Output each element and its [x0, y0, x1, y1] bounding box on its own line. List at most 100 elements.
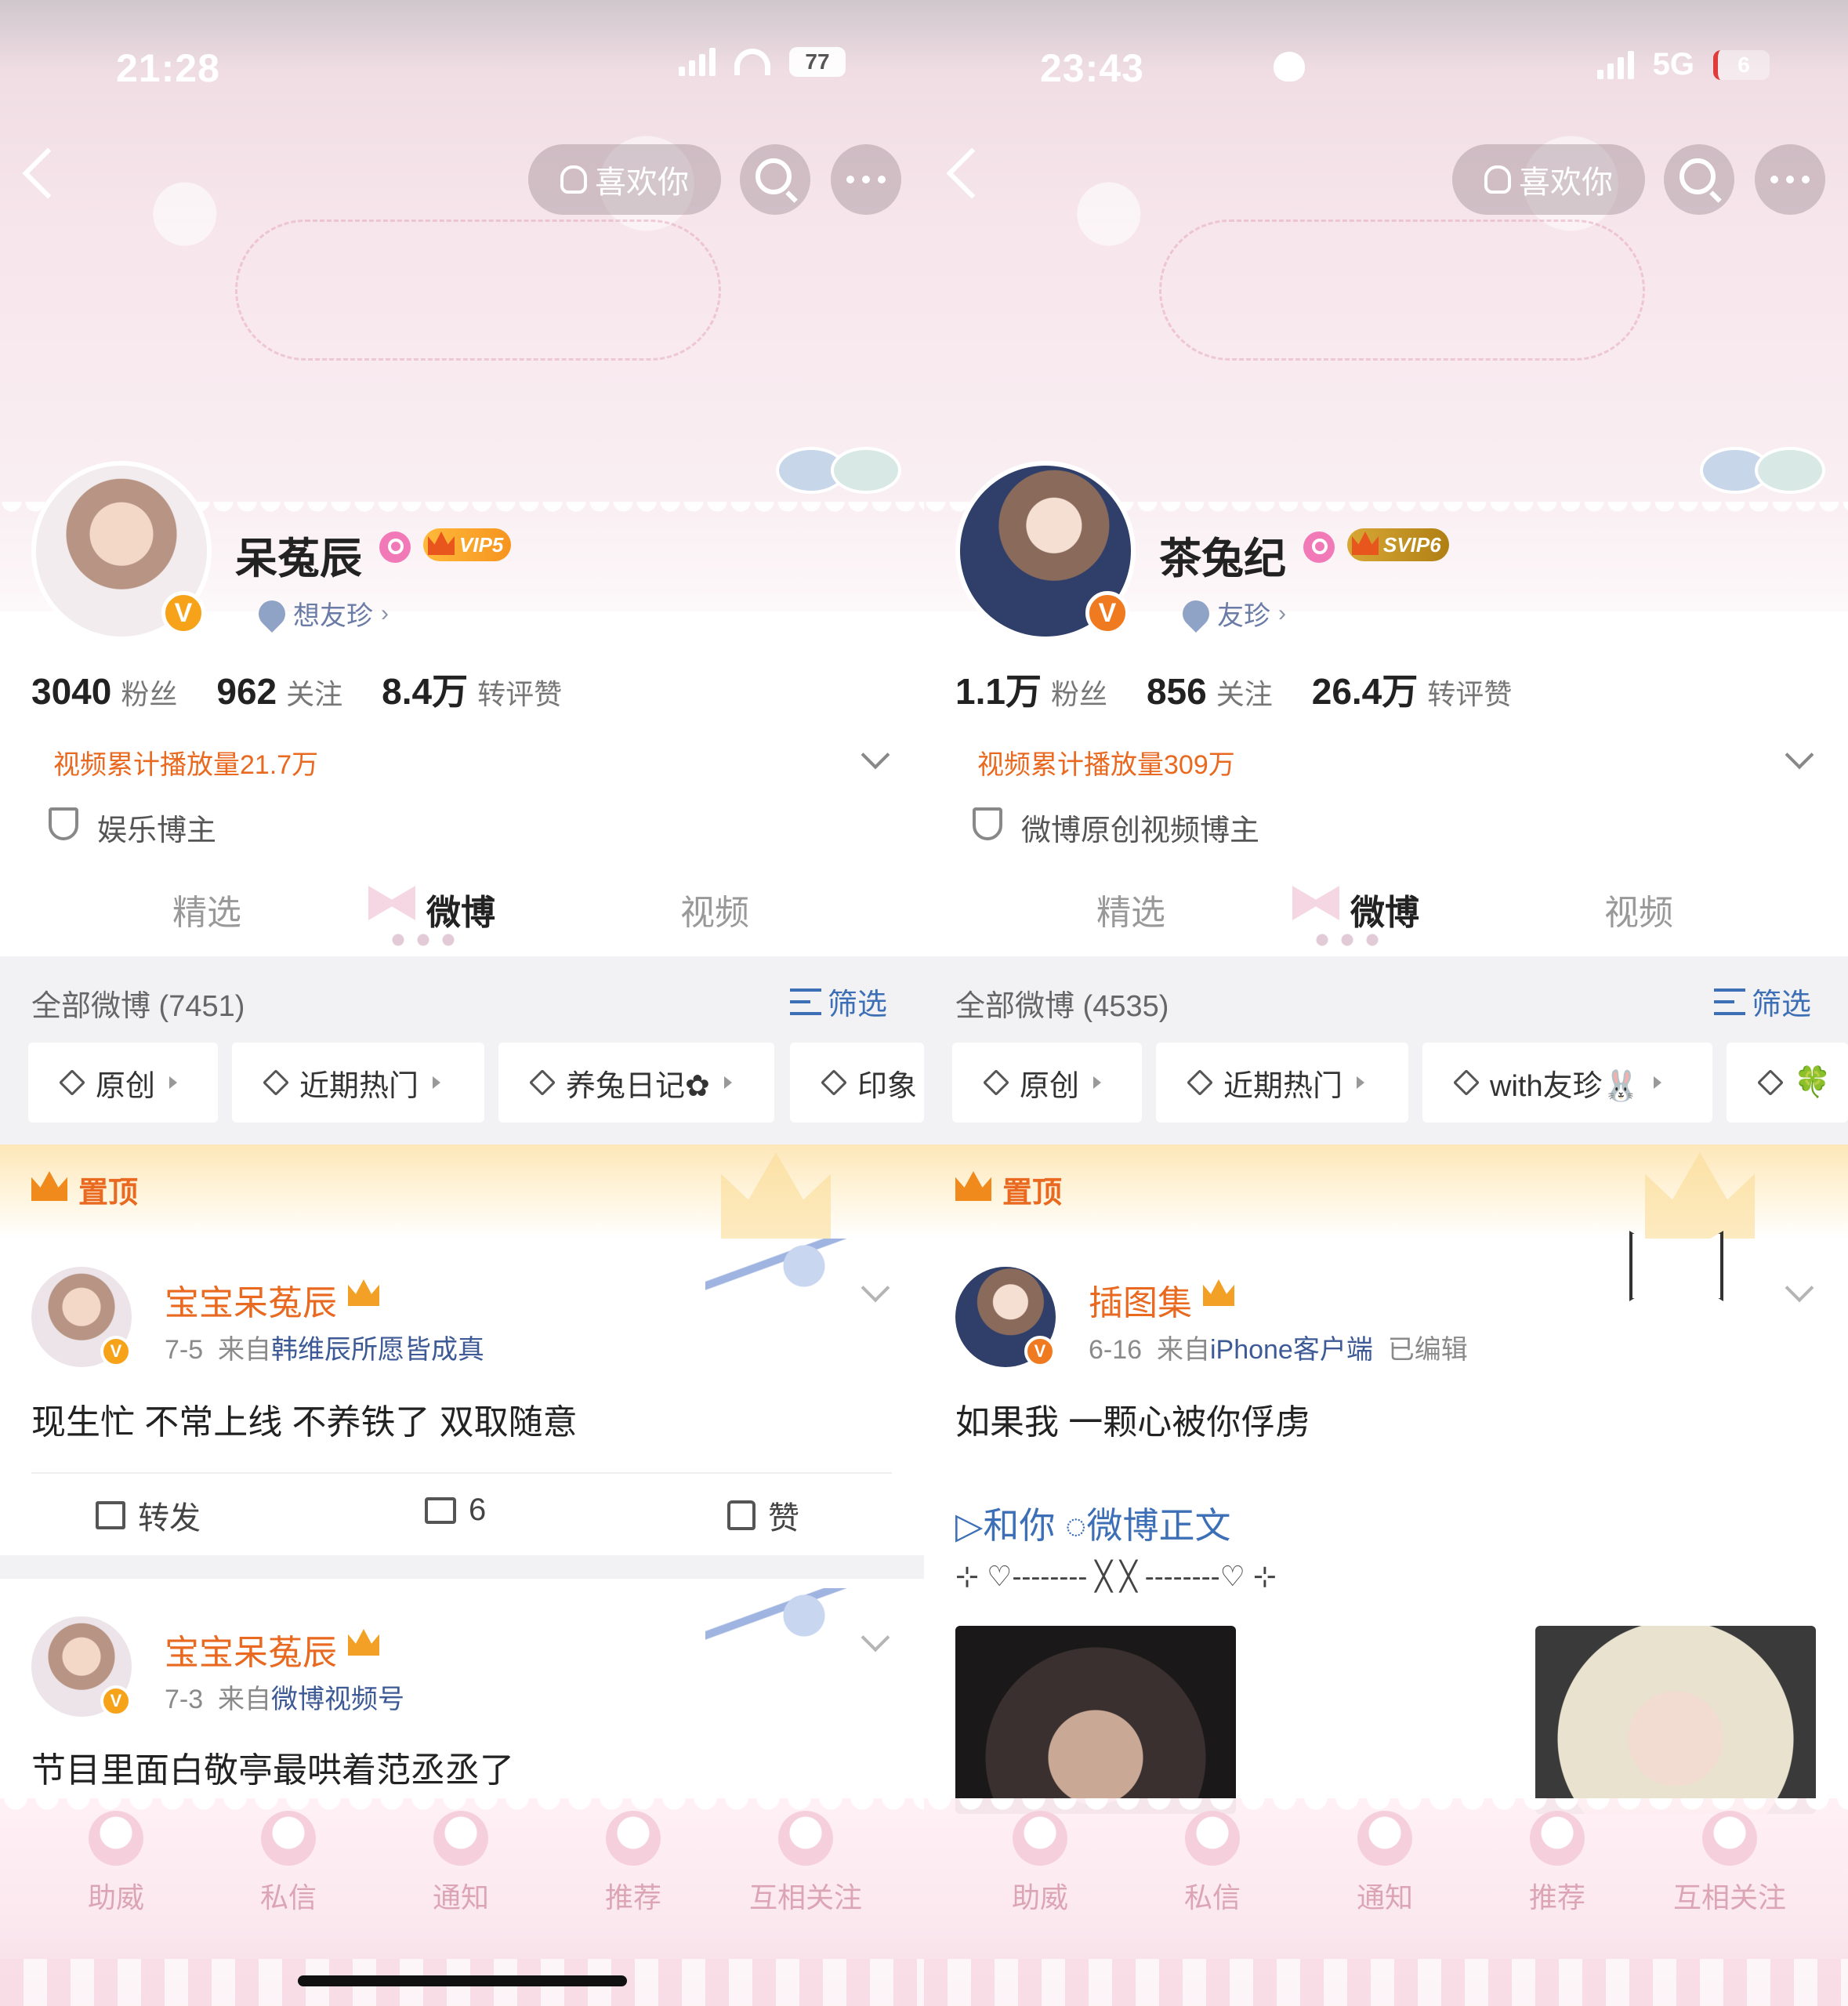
stat-following[interactable]: 856 关注 [1147, 670, 1273, 713]
stat-interactions[interactable]: 26.4万 转评赞 [1312, 663, 1513, 715]
filter-button[interactable]: 筛选 [1714, 980, 1811, 1023]
search-button[interactable] [740, 144, 810, 215]
chevron-down-icon[interactable] [861, 740, 890, 770]
tab-video[interactable]: 视频 [1604, 884, 1673, 934]
chip-clover[interactable]: 🍀 [1727, 1043, 1848, 1123]
verified-badge-icon: V [100, 1685, 132, 1717]
post-source[interactable]: iPhone客户端 [1210, 1335, 1373, 1365]
bottom-nav-messages[interactable]: 私信 [1134, 1811, 1291, 1916]
chevron-down-icon[interactable] [861, 1623, 890, 1652]
chip-with-friend[interactable]: with友珍🐰 [1422, 1043, 1712, 1123]
bottom-nav-mutual-follow[interactable]: 互相关注 [727, 1811, 884, 1916]
stat-following[interactable]: 962 关注 [216, 670, 342, 713]
more-button[interactable] [1755, 144, 1825, 215]
tab-video[interactable]: 视频 [680, 884, 749, 934]
layers-icon [821, 1069, 847, 1096]
crown-icon [1352, 531, 1379, 555]
tab-weibo[interactable]: 微博 [426, 884, 495, 934]
tab-weibo[interactable]: 微博 [1350, 884, 1419, 934]
cover-decoration [235, 219, 721, 361]
post-image[interactable] [955, 1626, 1236, 1814]
filter-icon [790, 988, 821, 1015]
vip-badge[interactable]: VIP5 [423, 528, 512, 561]
post-link-line[interactable]: ▷和你 ◌微博正文 [955, 1497, 1231, 1549]
bottom-nav-notifications[interactable]: 通知 [382, 1811, 539, 1916]
cupcake-icon [606, 1811, 661, 1866]
bottom-nav-cheer[interactable]: 助威 [38, 1811, 194, 1916]
bottom-nav-messages[interactable]: 私信 [210, 1811, 367, 1916]
bottom-nav-label: 助威 [87, 1881, 144, 1913]
chip-recent-hot[interactable]: 近期热门 [232, 1043, 484, 1123]
paw-icon [1274, 52, 1305, 82]
repost-button[interactable]: 转发 [96, 1493, 201, 1538]
search-button[interactable] [1664, 144, 1734, 215]
post-text[interactable]: 如果我 一颗心被你俘虏 [955, 1394, 1310, 1444]
post-meta: 7-3 来自微博视频号 [165, 1678, 404, 1716]
post-source[interactable]: 韩维辰所愿皆成真 [271, 1335, 484, 1365]
post-text[interactable]: 现生忙 不常上线 不养铁了 双取随意 [31, 1394, 578, 1444]
like-you-button[interactable]: 喜欢你 [1452, 144, 1645, 215]
post-text[interactable]: 节目里面白敬亭最哄着范丞丞了 [31, 1742, 514, 1792]
post-image[interactable] [1535, 1626, 1816, 1814]
chip-original[interactable]: 原创 [952, 1043, 1142, 1123]
chip-recent-hot[interactable]: 近期热门 [1156, 1043, 1408, 1123]
more-button[interactable] [831, 144, 901, 215]
friend-link[interactable]: 友珍 › [1176, 594, 1286, 633]
tab-featured[interactable]: 精选 [1096, 884, 1165, 934]
home-indicator[interactable] [298, 1975, 627, 1986]
friend-label: 友珍 [1217, 601, 1270, 631]
tab-featured[interactable]: 精选 [172, 884, 241, 934]
chevron-right-icon: › [1278, 600, 1286, 626]
signal-icon [679, 48, 716, 76]
stat-label: 粉丝 [121, 678, 178, 710]
svip-badge[interactable]: SVIP6 [1347, 528, 1449, 561]
search-icon [756, 158, 792, 194]
bottom-nav-notifications[interactable]: 通知 [1306, 1811, 1463, 1916]
all-posts-count: 全部微博 (7451) [31, 990, 245, 1023]
signal-icon [1596, 50, 1634, 79]
post-author[interactable]: 插图集 [1089, 1275, 1192, 1325]
crown-icon [348, 1279, 379, 1306]
blogger-role: 娱乐博主 [97, 814, 217, 847]
stat-number: 8.4万 [382, 671, 469, 712]
vip-label: VIP5 [459, 533, 504, 557]
chip-label: 印象 [857, 1069, 918, 1103]
post-from: 来自 [218, 1685, 272, 1714]
bottom-nav-recommend[interactable]: 推荐 [555, 1811, 712, 1916]
post-author[interactable]: 宝宝呆菟辰 [165, 1624, 337, 1674]
stat-followers[interactable]: 1.1万 粉丝 [955, 663, 1107, 715]
crown-icon [428, 531, 455, 555]
vip-label: SVIP6 [1383, 533, 1441, 557]
post-author[interactable]: 宝宝呆菟辰 [165, 1275, 337, 1325]
like-button[interactable]: 赞 [727, 1493, 799, 1538]
bottom-nav-label: 私信 [1183, 1881, 1241, 1913]
chip-rabbit-diary[interactable]: 养兔日记✿ [498, 1043, 774, 1123]
like-you-button[interactable]: 喜欢你 [528, 144, 721, 215]
triangle-right-icon [1653, 1076, 1661, 1089]
chip-impression[interactable]: 印象 [790, 1043, 924, 1123]
female-icon [379, 531, 411, 563]
bottom-nav-recommend[interactable]: 推荐 [1479, 1811, 1636, 1916]
chip-label: 养兔日记✿ [566, 1069, 710, 1103]
bottom-nav-cheer[interactable]: 助威 [962, 1811, 1118, 1916]
friend-link[interactable]: 想友珍 › [252, 594, 389, 633]
filter-button[interactable]: 筛选 [790, 980, 887, 1023]
bottom-nav-mutual-follow[interactable]: 互相关注 [1651, 1811, 1808, 1916]
chevron-down-icon[interactable] [861, 1273, 890, 1303]
chip-label: 原创 [1020, 1069, 1080, 1103]
chevron-down-icon[interactable] [1785, 740, 1814, 770]
post-source[interactable]: 微博视频号 [271, 1685, 404, 1714]
stat-number: 1.1万 [955, 671, 1042, 712]
triangle-right-icon [723, 1076, 732, 1089]
bottom-nav-label: 推荐 [1528, 1881, 1585, 1913]
repost-icon [96, 1501, 125, 1529]
stat-followers[interactable]: 3040 粉丝 [31, 670, 177, 713]
chip-original[interactable]: 原创 [28, 1043, 218, 1123]
post-date: 7-5 [165, 1335, 204, 1365]
blogger-role: 微博原创视频博主 [1021, 814, 1260, 847]
comment-button[interactable]: 6 [425, 1493, 486, 1528]
chevron-down-icon[interactable] [1785, 1273, 1814, 1303]
post-meta: 6-16 来自iPhone客户端 已编辑 [1089, 1328, 1468, 1366]
stat-interactions[interactable]: 8.4万 转评赞 [382, 663, 562, 715]
stat-number: 3040 [31, 671, 112, 712]
